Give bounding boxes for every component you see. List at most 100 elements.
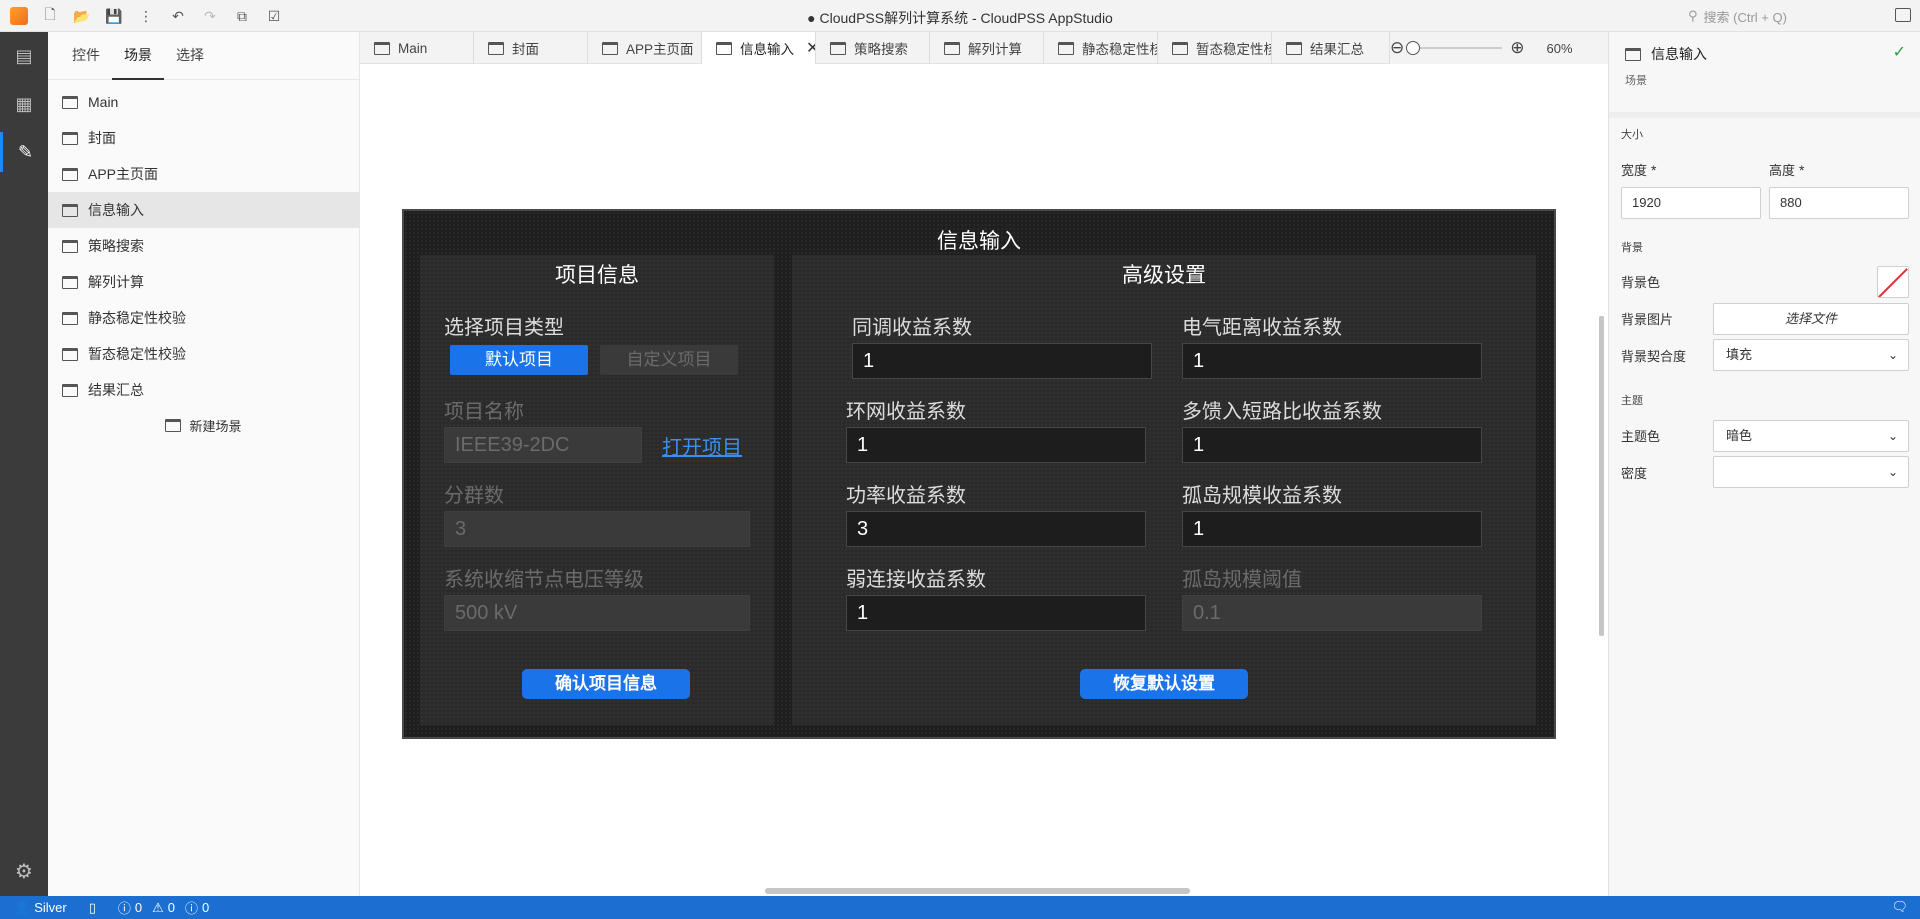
field-label: 同调收益系数: [852, 317, 972, 339]
horizontal-scrollbar[interactable]: [765, 888, 1190, 894]
scene-item-main[interactable]: Main: [48, 84, 359, 120]
groups-field[interactable]: 3: [444, 511, 750, 547]
theme-section-title: 主题: [1621, 395, 1643, 407]
scene-label: 解列计算: [88, 274, 144, 290]
page-icon: [374, 41, 390, 55]
zoom-slider[interactable]: [1406, 41, 1503, 55]
doc-tab-transient-stability[interactable]: 暂态稳定性核: [1158, 32, 1272, 64]
island-size-threshold-field[interactable]: 0.1: [1182, 595, 1482, 631]
scene-item-cover[interactable]: 封面: [48, 120, 359, 156]
new-scene-label: 新建场景: [189, 418, 242, 434]
project-name-field[interactable]: IEEE39-2DC: [444, 427, 642, 463]
feedback-icon[interactable]: 🗨: [1891, 899, 1908, 915]
scene-frame[interactable]: 信息输入 项目信息 选择项目类型 默认项目 自定义项目 项目名称 IEEE39-…: [402, 209, 1556, 739]
project-info-card: 项目信息 选择项目类型 默认项目 自定义项目 项目名称 IEEE39-2DC 打…: [420, 255, 774, 725]
theme-color-select[interactable]: 暗色 ⌄: [1713, 420, 1909, 452]
scene-item-transient-stability[interactable]: 暂态稳定性校验: [48, 336, 359, 372]
scene-item-app-home[interactable]: APP主页面: [48, 156, 359, 192]
height-label-group: 高度 *: [1769, 160, 1804, 179]
open-project-link[interactable]: 打开项目: [662, 431, 742, 460]
scene-label: 策略搜索: [88, 238, 144, 254]
required-mark: *: [1799, 162, 1805, 178]
doc-tab-strategy-search[interactable]: 策略搜索: [816, 32, 930, 64]
scene-label: 静态稳定性校验: [88, 310, 186, 326]
page-icon: [62, 167, 78, 181]
coherency-coef-field[interactable]: 1: [852, 343, 1152, 379]
page-icon: [716, 41, 732, 55]
scene-item-splitting-calc[interactable]: 解列计算: [48, 264, 359, 300]
scene-item-results[interactable]: 结果汇总: [48, 372, 359, 408]
field-label: 孤岛规模收益系数: [1182, 485, 1342, 507]
weak-connection-coef-field[interactable]: 1: [846, 595, 1146, 631]
design-canvas[interactable]: 信息输入 项目信息 选择项目类型 默认项目 自定义项目 项目名称 IEEE39-…: [360, 64, 1608, 896]
density-select[interactable]: ⌄: [1713, 456, 1909, 488]
tab-selection[interactable]: 选择: [164, 32, 216, 80]
ring-network-coef-field[interactable]: 1: [846, 427, 1146, 463]
restore-defaults-button[interactable]: 恢复默认设置: [1080, 669, 1248, 699]
height-input[interactable]: 880: [1769, 187, 1909, 219]
element-type: 场景: [1625, 75, 1647, 87]
device-icon[interactable]: ▯: [89, 900, 96, 916]
tab-label: 封面: [512, 42, 539, 57]
page-icon: [602, 41, 618, 55]
multi-infeed-scr-coef-field[interactable]: 1: [1182, 427, 1482, 463]
project-info-title: 项目信息: [555, 264, 639, 287]
voltage-level-label: 系统收缩节点电压等级: [444, 569, 644, 591]
zoom-level: 60%: [1546, 40, 1573, 56]
scene-item-strategy-search[interactable]: 策略搜索: [48, 228, 359, 264]
tab-scenes[interactable]: 场景: [112, 32, 164, 80]
new-scene-button[interactable]: 新建场景: [48, 408, 359, 442]
bg-image-label: 背景图片: [1621, 312, 1674, 327]
width-label: 宽度: [1621, 163, 1648, 178]
bg-fit-value: 填充: [1726, 347, 1753, 362]
scene-item-info-input[interactable]: 信息输入: [48, 192, 359, 228]
default-project-option[interactable]: 默认项目: [450, 345, 588, 375]
electrical-distance-coef-field[interactable]: 1: [1182, 343, 1482, 379]
doc-tab-main[interactable]: Main: [360, 32, 474, 64]
scene-item-static-stability[interactable]: 静态稳定性校验: [48, 300, 359, 336]
page-icon: [62, 131, 78, 145]
close-tab-icon[interactable]: ✕: [806, 38, 815, 58]
custom-project-option[interactable]: 自定义项目: [600, 345, 738, 375]
confirm-project-button[interactable]: 确认项目信息: [522, 669, 690, 699]
activity-bar: ▤ ▦ ✎ ⚙: [0, 32, 48, 896]
user-status[interactable]: 👤 Silver: [14, 900, 67, 916]
search-placeholder: 搜索 (Ctrl + Q): [1703, 9, 1787, 25]
choose-file-button[interactable]: 选择文件: [1713, 303, 1909, 335]
bg-fit-select[interactable]: 填充 ⌄: [1713, 339, 1909, 371]
zoom-slider-handle[interactable]: [1406, 41, 1421, 55]
doc-tab-app-home[interactable]: APP主页面: [588, 32, 702, 64]
fullscreen-icon[interactable]: [1895, 8, 1911, 22]
zoom-control: ⊖ ⊕ 60%: [1390, 32, 1608, 64]
scene-title: 信息输入: [937, 230, 1021, 253]
doc-tab-info-input[interactable]: 信息输入 ✕: [702, 32, 816, 64]
doc-tab-static-stability[interactable]: 静态稳定性核: [1044, 32, 1158, 64]
power-coef-field[interactable]: 3: [846, 511, 1146, 547]
island-size-coef-field[interactable]: 1: [1182, 511, 1482, 547]
doc-tab-splitting-calc[interactable]: 解列计算: [930, 32, 1044, 64]
theme-color-value: 暗色: [1726, 428, 1753, 443]
components-icon[interactable]: ▤: [0, 36, 48, 76]
tab-label: APP主页面: [626, 42, 694, 57]
info-icon: ⓘ: [185, 901, 199, 916]
doc-tab-results[interactable]: 结果汇总: [1272, 32, 1390, 64]
scene-label: 暂态稳定性校验: [88, 346, 186, 362]
warning-icon: ⚠: [152, 899, 164, 915]
page-icon: [1058, 41, 1074, 55]
voltage-level-field[interactable]: 500 kV: [444, 595, 750, 631]
zoom-out-icon[interactable]: ⊖: [1390, 38, 1404, 58]
design-tools-icon[interactable]: ✎: [0, 132, 48, 172]
zoom-in-icon[interactable]: ⊕: [1510, 38, 1524, 58]
vertical-scrollbar[interactable]: [1599, 316, 1604, 636]
error-icon: ⓘ: [117, 901, 131, 916]
problems-status[interactable]: ⓘ 0 ⚠ 0 ⓘ 0: [118, 898, 209, 917]
data-icon[interactable]: ▦: [0, 84, 48, 124]
tab-controls[interactable]: 控件: [60, 32, 112, 80]
tab-label: Main: [398, 40, 428, 56]
width-input[interactable]: 1920: [1621, 187, 1761, 219]
doc-tab-cover[interactable]: 封面: [474, 32, 588, 64]
bg-color-swatch[interactable]: [1877, 266, 1909, 298]
search-box[interactable]: ⚲ 搜索 (Ctrl + Q): [1688, 6, 1888, 26]
settings-gear-icon[interactable]: ⚙: [0, 856, 48, 886]
page-icon: [62, 95, 78, 109]
